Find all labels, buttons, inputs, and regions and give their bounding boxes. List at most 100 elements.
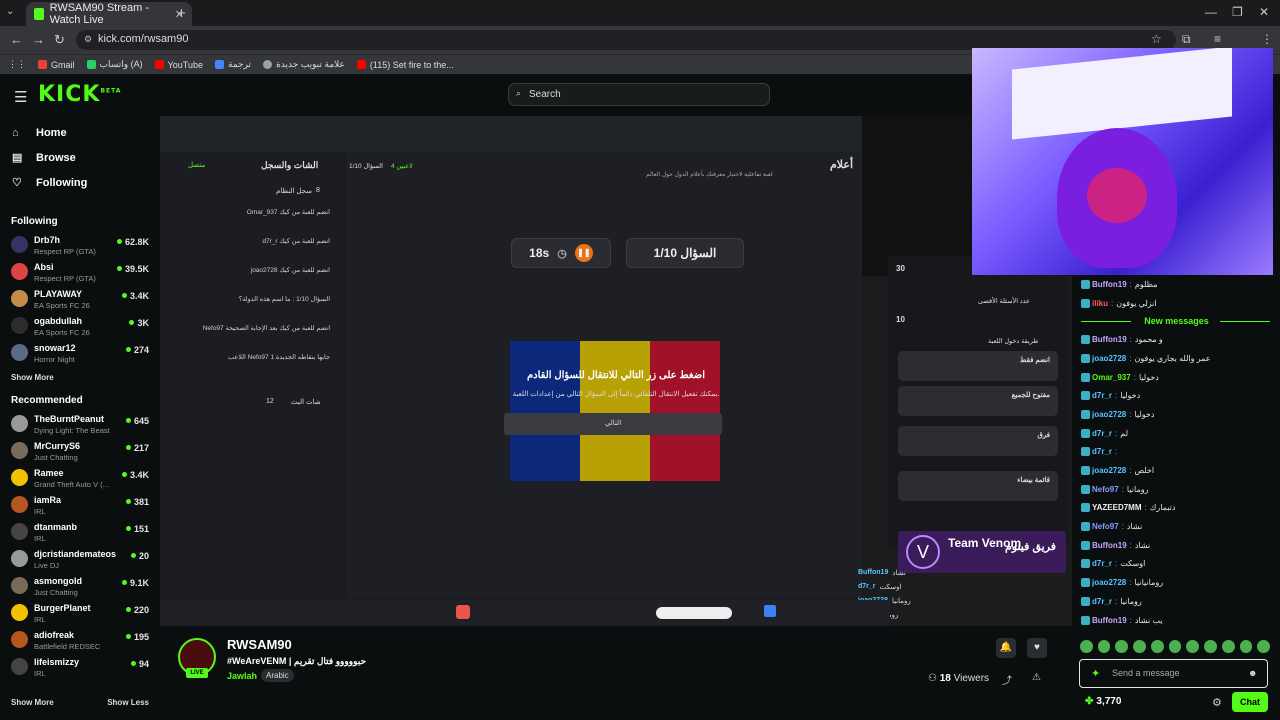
chat-send-button[interactable]: Chat xyxy=(1232,692,1268,712)
recommended-channel[interactable]: adiofreak Battlefield REDSEC 195 xyxy=(0,627,160,654)
chat-username[interactable]: Buffon19 xyxy=(1092,280,1127,289)
video-player[interactable]: الشات والسجل متصل سجل النظام 8 Omar_937 … xyxy=(160,116,1072,626)
menu-icon[interactable]: ☰ xyxy=(14,88,27,106)
chat-message[interactable]: d7r_r: xyxy=(1073,443,1280,462)
recommended-channel[interactable]: Ramee Grand Theft Auto V (... 3.4K xyxy=(0,465,160,492)
language-tag[interactable]: Arabic xyxy=(261,669,294,682)
emote-icon[interactable] xyxy=(1097,640,1111,653)
close-window-icon[interactable]: ✕ xyxy=(1259,5,1269,19)
chat-username[interactable]: d7r_r xyxy=(1092,597,1112,606)
chat-input[interactable]: Send a message xyxy=(1079,659,1268,688)
bookmark-youtube[interactable]: YouTube xyxy=(154,60,203,70)
chat-message[interactable]: Buffon19: و محمود xyxy=(1073,330,1280,349)
bookmark-newtab[interactable]: علامة تبويب جديدة xyxy=(263,59,345,70)
kick-logo[interactable]: KICKBETA xyxy=(38,82,121,107)
stream-category[interactable]: Jawlah xyxy=(227,671,257,681)
recommended-channel[interactable]: asmongold Just Chatting 9.1K xyxy=(0,573,160,600)
chat-message[interactable]: YAZEED7MM: دتبمارك xyxy=(1073,499,1280,518)
chat-username[interactable]: iliku xyxy=(1092,299,1108,308)
chat-message[interactable]: Buffon19: مظلوم xyxy=(1073,275,1280,294)
chat-username[interactable]: joao2728 xyxy=(1092,578,1126,587)
chat-username[interactable]: joao2728 xyxy=(1092,410,1126,419)
chat-message[interactable]: d7r_r: اوسكت xyxy=(1073,555,1280,574)
chat-message[interactable]: Omar_937: دخوليا xyxy=(1073,368,1280,387)
following-channel[interactable]: PLAYAWAY EA Sports FC 26 3.4K xyxy=(0,286,160,313)
chat-username[interactable]: Nefo97 xyxy=(1092,485,1119,494)
recommended-channel[interactable]: lifeismizzy IRL 94 xyxy=(0,654,160,681)
reload-icon[interactable]: ↻ xyxy=(54,32,65,48)
chat-username[interactable]: d7r_r xyxy=(1092,429,1112,438)
minimize-icon[interactable]: — xyxy=(1205,5,1217,19)
media-icon[interactable]: ≡ xyxy=(1214,32,1221,46)
emote-icon[interactable] xyxy=(1133,640,1146,653)
show-more-following[interactable]: Show More xyxy=(0,367,160,387)
emote-icon[interactable] xyxy=(1115,640,1129,653)
chat-username[interactable]: joao2728 xyxy=(1092,466,1126,475)
show-more-recommended[interactable]: Show More xyxy=(11,698,54,707)
recommended-channel[interactable]: MrCurryS6 Just Chatting 217 xyxy=(0,438,160,465)
chat-message[interactable]: joao2728: دخوليا xyxy=(1073,405,1280,424)
recommended-channel[interactable]: dtanmanb IRL 151 xyxy=(0,519,160,546)
emote-icon[interactable] xyxy=(1257,640,1271,653)
chat-message[interactable]: iliku: انزلي يوفون xyxy=(1073,294,1280,313)
bookmark-whatsapp[interactable]: واتساب (A) xyxy=(86,59,143,70)
search-input[interactable]: Search xyxy=(508,83,770,106)
chat-message[interactable]: Nefo97: نشاد xyxy=(1073,517,1280,536)
emote-icon[interactable] xyxy=(1221,640,1235,653)
chat-message[interactable]: joao2728: عمر والله بجاري يوفون xyxy=(1073,349,1280,368)
recommended-channel[interactable]: TheBurntPeanut Dying Light: The Beast 64… xyxy=(0,411,160,438)
nav-browse[interactable]: ▤ Browse xyxy=(0,145,160,170)
tab-search-icon[interactable]: ⌄ xyxy=(6,6,14,17)
bookmark-youtube-song[interactable]: (115) Set fire to the... xyxy=(356,60,454,70)
channel-points[interactable]: ✤ 3,770 xyxy=(1085,696,1124,707)
following-channel[interactable]: ogabdullah EA Sports FC 26 3K xyxy=(0,313,160,340)
site-info-icon[interactable]: ⚙ xyxy=(84,34,92,45)
chat-message[interactable]: d7r_r: دخوليا xyxy=(1073,386,1280,405)
emote-icon[interactable] xyxy=(1168,640,1182,653)
chat-username[interactable]: d7r_r xyxy=(1092,447,1112,456)
maximize-icon[interactable]: ❐ xyxy=(1232,5,1243,19)
chat-username[interactable]: d7r_r xyxy=(1092,559,1112,568)
report-icon[interactable]: ⚠ xyxy=(1032,672,1041,683)
following-channel[interactable]: snowar12 Horror Night 274 xyxy=(0,340,160,367)
chat-message[interactable]: d7r_r: لم xyxy=(1073,424,1280,443)
emote-icon[interactable] xyxy=(1186,640,1200,653)
emote-icon[interactable] xyxy=(1204,640,1217,653)
bookmark-gmail[interactable]: Gmail xyxy=(38,60,75,70)
back-icon[interactable]: ← xyxy=(10,32,23,47)
following-channel[interactable]: Drb7h Respect RP (GTA) 62.8K xyxy=(0,232,160,259)
follow-heart-icon[interactable]: ♥ xyxy=(1027,638,1047,658)
chat-message[interactable]: d7r_r: رومانيا xyxy=(1073,592,1280,611)
following-channel[interactable]: Absi Respect RP (GTA) 39.5K xyxy=(0,259,160,286)
chat-username[interactable]: Buffon19 xyxy=(1092,541,1127,550)
emote-icon[interactable] xyxy=(1239,640,1253,653)
share-icon[interactable]: ⤴ xyxy=(1002,672,1012,687)
emoji-icon[interactable]: ☻ xyxy=(1248,668,1257,678)
bookmark-star-icon[interactable]: ☆ xyxy=(1151,32,1162,46)
new-messages-divider[interactable]: New messages xyxy=(1073,312,1280,330)
bookmark-translate[interactable]: ترجمة xyxy=(215,59,251,70)
chat-username[interactable]: joao2728 xyxy=(1092,354,1126,363)
chat-message[interactable]: joao2728: اخلص xyxy=(1073,461,1280,480)
extensions-icon[interactable]: ⧉ xyxy=(1182,32,1191,47)
chat-message[interactable]: Buffon19: نشاد xyxy=(1073,536,1280,555)
menu-dots-icon[interactable]: ⋮ xyxy=(1261,32,1273,46)
chat-username[interactable]: Buffon19 xyxy=(1092,616,1127,625)
address-bar[interactable]: kick.com/rwsam90 xyxy=(76,30,1176,50)
emote-icon[interactable] xyxy=(1150,640,1164,653)
new-tab-icon[interactable]: + xyxy=(177,5,186,22)
gear-icon[interactable]: ⚙ xyxy=(1212,696,1222,709)
notification-bell-icon[interactable]: 🔔 xyxy=(996,638,1016,658)
chat-username[interactable]: Omar_937 xyxy=(1092,373,1131,382)
apps-icon[interactable]: ⋮⋮ xyxy=(8,59,26,70)
recommended-channel[interactable]: BurgerPlanet IRL 220 xyxy=(0,600,160,627)
emote-icon[interactable] xyxy=(1080,640,1093,653)
chat-username[interactable]: d7r_r xyxy=(1092,391,1112,400)
chat-message[interactable]: joao2728: رومانيانيا xyxy=(1073,573,1280,592)
nav-home[interactable]: ⌂ Home xyxy=(0,120,160,145)
chat-username[interactable]: Nefo97 xyxy=(1092,522,1119,531)
chat-username[interactable]: YAZEED7MM xyxy=(1092,503,1142,512)
recommended-channel[interactable]: djcristiandemateos Live DJ 20 xyxy=(0,546,160,573)
forward-icon[interactable]: → xyxy=(32,32,45,47)
show-less-recommended[interactable]: Show Less xyxy=(107,698,149,707)
